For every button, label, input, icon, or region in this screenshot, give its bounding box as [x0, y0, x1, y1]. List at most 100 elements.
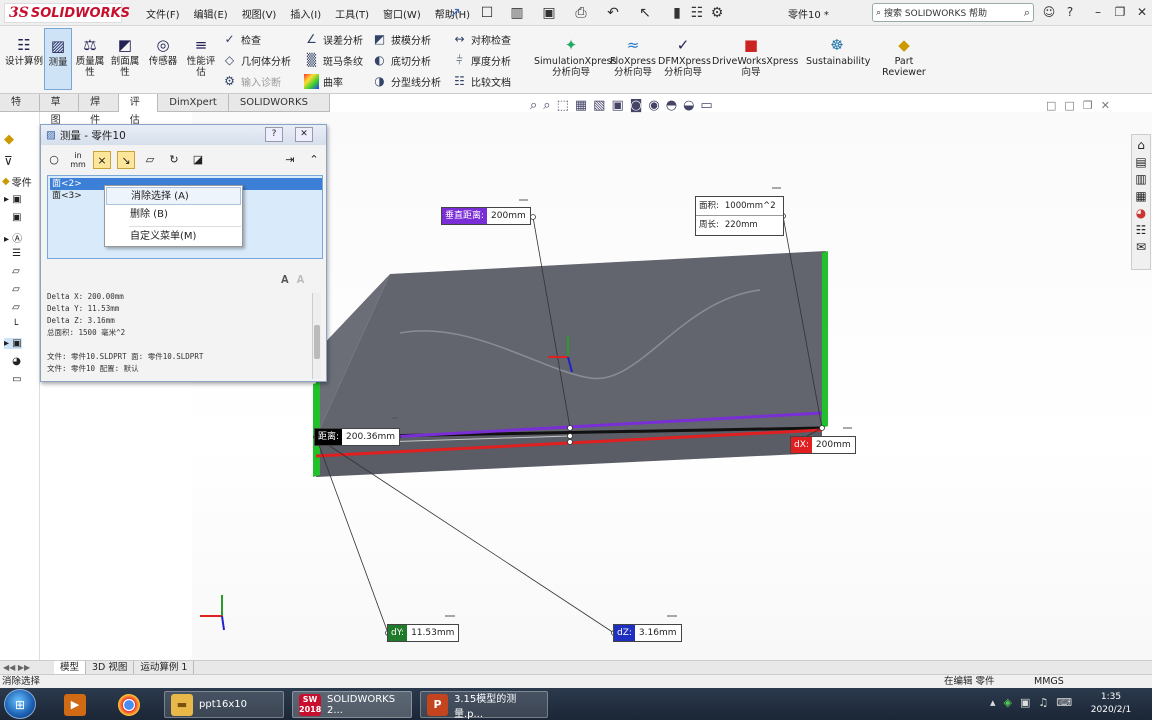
menu-clear-selections[interactable]: 消除选择 (A) — [106, 187, 241, 205]
measure-help-button[interactable]: ? — [265, 127, 283, 142]
volume-icon[interactable]: ♫ — [1038, 696, 1048, 709]
keyboard-icon[interactable]: ⌨ — [1056, 696, 1072, 709]
security-shield-icon[interactable]: ◈ — [1004, 696, 1012, 709]
point-to-point-icon[interactable]: ↘ — [117, 151, 135, 169]
dx-value: 200mm — [815, 440, 851, 450]
results-scroll-thumb[interactable] — [314, 325, 320, 359]
vertical-distance-value: 200mm — [491, 211, 526, 221]
tree-item-material[interactable]: ☰ — [4, 248, 21, 259]
powerpoint-taskbar-label: 3.15模型的测量.p... — [453, 693, 517, 720]
increase-font-icon[interactable]: 𝐀 — [281, 273, 289, 287]
measure-dialog: ▨ 测量 - 零件10 ? ✕ ○ in mm ⨯ ↘ ▱ ↻ ◪ ⇥ ⌃ 面<2… — [40, 124, 327, 382]
measure-results: Delta X: 200.00mm Delta Y: 11.53mm Delta… — [47, 291, 315, 379]
tree-item-boss-extrude[interactable]: ▸ ▣ — [4, 338, 22, 349]
result-delta-y: Delta Y: 11.53mm — [47, 304, 120, 313]
media-player-taskbar-button[interactable]: ▶ — [64, 691, 86, 718]
slab-top-face[interactable] — [316, 251, 826, 437]
tree-item-surface[interactable]: ◕ — [4, 356, 21, 367]
tree-item-right-plane[interactable]: ▱ — [4, 302, 20, 313]
tree-item-annotations[interactable]: ▸ Ⓐ — [4, 230, 22, 245]
show-xyz-icon[interactable]: ⨯ — [93, 151, 111, 169]
tree-item-sensors[interactable]: ▣ — [4, 212, 21, 223]
status-edit-mode: 在编辑 零件 — [944, 676, 995, 687]
tree-item-top-plane[interactable]: ▱ — [4, 284, 20, 295]
tab-3d-views[interactable]: 3D 视图 — [86, 660, 135, 675]
measure-close-button[interactable]: ✕ — [295, 127, 313, 142]
create-sensor-icon[interactable]: ◪ — [189, 151, 207, 169]
powerpoint-icon: P — [427, 693, 448, 716]
distance-callout[interactable]: 距离: 200.36mm — [314, 428, 401, 446]
media-player-icon: ▶ — [64, 693, 86, 716]
windows-taskbar: ⊞ ▶ ▬ ppt16x10 SW 2018 SOLIDWORKS 2... P … — [0, 688, 1152, 720]
chrome-icon — [118, 693, 140, 716]
arc-circle-options-icon[interactable]: ○ — [45, 151, 63, 169]
reference-triad — [200, 595, 225, 631]
solidworks-taskbar-button[interactable]: SW 2018 SOLIDWORKS 2... — [292, 691, 412, 718]
selected-face-right[interactable] — [822, 251, 828, 428]
tree-item-origin[interactable]: └ — [4, 320, 18, 331]
decrease-font-icon: 𝐀 — [296, 273, 305, 286]
pin-dialog-icon[interactable]: ⇥ — [281, 151, 299, 169]
tray-expand-icon[interactable]: ▴ — [990, 696, 996, 709]
context-menu: 消除选择 (A) 删除 (B) 自定义菜单(M) — [104, 185, 243, 247]
result-blank — [47, 339, 315, 351]
featuremanager-tab-icon[interactable]: ◆ — [4, 132, 14, 147]
menu-delete[interactable]: 删除 (B) — [106, 206, 241, 224]
filter-icon[interactable]: ⊽ — [4, 154, 13, 168]
chrome-taskbar-button[interactable] — [118, 691, 140, 718]
collapse-dialog-icon[interactable]: ⌃ — [305, 151, 323, 169]
solidworks-icon: SW 2018 — [299, 693, 322, 716]
tab-model[interactable]: 模型 — [54, 660, 87, 675]
part-icon: ◆ — [2, 176, 10, 187]
dz-callout[interactable]: dZ: 3.16mm — [613, 624, 682, 642]
tree-part-label: 零件 — [11, 178, 32, 189]
dx-label: dX: — [791, 437, 812, 453]
tree-item-front-plane[interactable]: ▱ — [4, 266, 20, 277]
bottom-tabs: ◀◀ ▶▶ 模型 3D 视图 运动算例 1 — [0, 660, 1152, 675]
clock-time: 1:35 — [1100, 692, 1122, 702]
solidworks-taskbar-label: SOLIDWORKS 2... — [327, 693, 396, 716]
menu-customize[interactable]: 自定义菜单(M) — [106, 228, 241, 246]
folder-taskbar-label: ppt16x10 — [199, 699, 247, 710]
dz-value: 3.16mm — [638, 628, 677, 638]
results-scrollbar[interactable] — [312, 293, 321, 379]
folder-icon: ▬ — [171, 693, 193, 716]
status-message: 消除选择 — [2, 676, 41, 687]
feature-manager-tree: ◆ ⊽ ◆ 零件 ▸ ▣ ▣ ▸ Ⓐ ☰ ▱ ▱ ▱ └ ▸ ▣ ◕ ▭ — [0, 112, 40, 660]
tree-item-part[interactable]: ◆ 零件 — [2, 174, 32, 189]
projection-icon[interactable]: ▱ — [141, 151, 159, 169]
tree-item-sketch[interactable]: ▭ — [4, 374, 21, 385]
taskbar-clock[interactable]: 1:35 2020/2/1 — [1082, 691, 1140, 717]
distance-value: 200.36mm — [346, 432, 396, 442]
perimeter-value: 220mm — [724, 220, 758, 230]
dx-callout[interactable]: dX: 200mm — [790, 436, 856, 454]
status-units[interactable]: MMGS — [1034, 675, 1064, 688]
dy-callout[interactable]: dY: 11.53mm — [387, 624, 460, 642]
measure-toolbar: ○ in mm ⨯ ↘ ▱ ↻ ◪ ⇥ ⌃ — [45, 149, 323, 171]
network-icon[interactable]: ▣ — [1020, 696, 1030, 709]
vertical-distance-callout[interactable]: 垂直距离: 200mm — [441, 207, 531, 225]
system-tray: ▴ ◈ ▣ ♫ ⌨ — [990, 696, 1072, 709]
font-size-controls: 𝐀 𝐀 — [281, 273, 304, 287]
units-precision-button[interactable]: in mm — [69, 151, 87, 169]
result-delta-x: Delta X: 200.00mm — [47, 292, 124, 301]
tab-scroll-arrows-icon[interactable]: ◀◀ ▶▶ — [0, 663, 54, 672]
tree-item-history[interactable]: ▸ ▣ — [4, 194, 22, 205]
status-bar: 消除选择 在编辑 零件 MMGS — [0, 674, 1152, 688]
area-perimeter-callout[interactable]: 面积: 1000mm^2 周长: 220mm — [695, 196, 784, 236]
perimeter-label: 周长: — [699, 220, 719, 230]
measure-title-bar[interactable]: ▨ 测量 - 零件10 ? ✕ — [41, 125, 326, 145]
tab-motion-study[interactable]: 运动算例 1 — [134, 660, 195, 675]
measure-history-icon[interactable]: ↻ — [165, 151, 183, 169]
result-total-area: 总面积: 1500 毫米^2 — [47, 328, 126, 337]
vertical-distance-label: 垂直距离: — [442, 208, 488, 224]
windows-start-button[interactable]: ⊞ — [4, 689, 36, 719]
result-file-face: 文件: 零件10.SLDPRT 面: 零件10.SLDPRT — [47, 352, 204, 361]
area-label: 面积: — [699, 201, 719, 211]
measure-title: 测量 - 零件10 — [59, 129, 126, 142]
measure-dialog-icon: ▨ — [46, 129, 56, 141]
folder-taskbar-button[interactable]: ▬ ppt16x10 — [164, 691, 284, 718]
powerpoint-taskbar-button[interactable]: P 3.15模型的测量.p... — [420, 691, 548, 720]
dy-value: 11.53mm — [411, 628, 455, 638]
distance-label: 距离: — [315, 429, 343, 445]
